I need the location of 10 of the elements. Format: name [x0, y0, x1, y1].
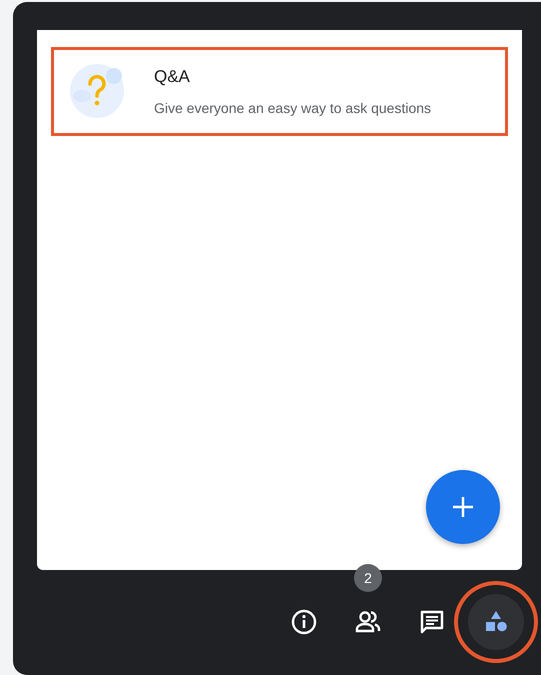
count-badge: 2 — [354, 564, 382, 592]
info-icon — [290, 608, 318, 636]
activities-button[interactable] — [468, 594, 524, 650]
plus-icon — [452, 496, 474, 518]
question-mark-icon — [70, 64, 124, 118]
add-button[interactable] — [426, 470, 500, 544]
activity-title: Q&A — [154, 66, 191, 88]
chat-icon — [418, 608, 446, 636]
activity-description: Give everyone an easy way to ask questions — [154, 98, 432, 118]
activity-item[interactable]: Q&A Give everyone an easy way to ask questions — [51, 47, 508, 136]
